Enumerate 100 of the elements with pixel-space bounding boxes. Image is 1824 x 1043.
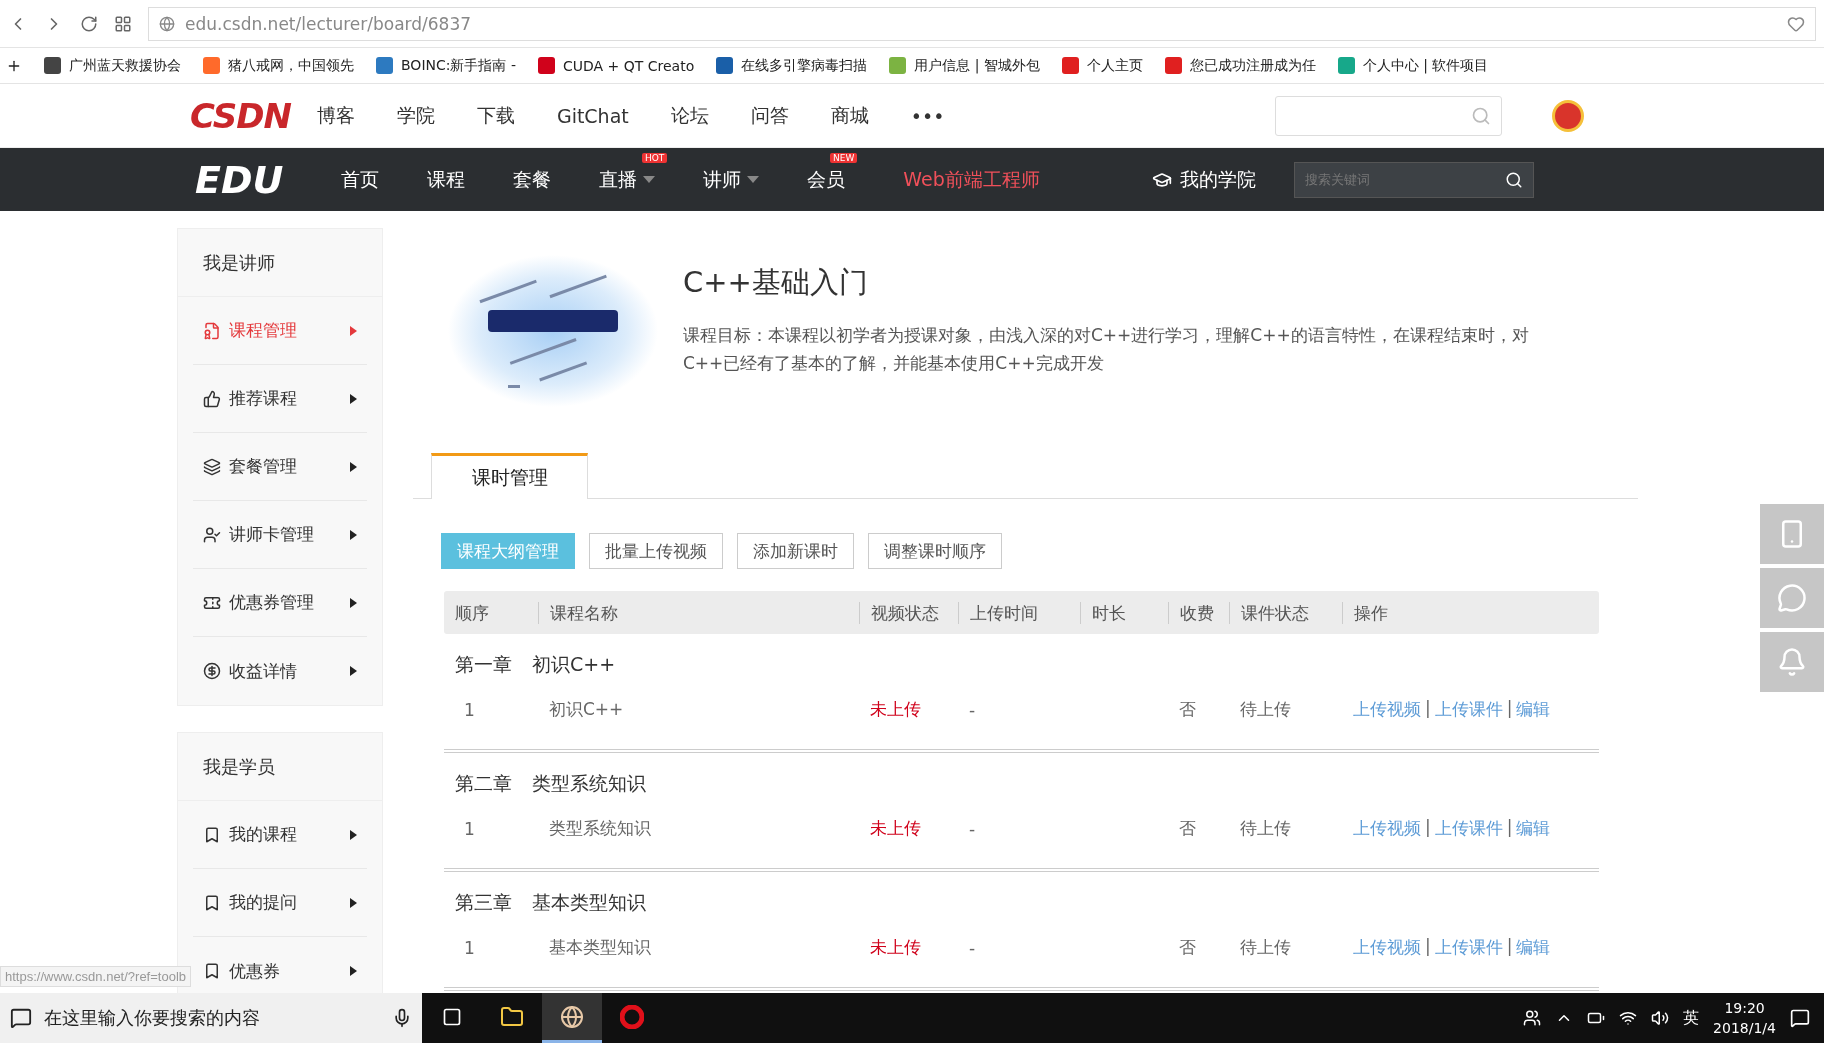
nav-link[interactable]: 博客	[316, 102, 355, 129]
my-academy-link[interactable]: 我的学院	[1151, 166, 1256, 193]
bookmark[interactable]: CUDA + QT Creato	[538, 57, 695, 74]
arrow-icon	[350, 325, 357, 336]
action-button[interactable]: 添加新课时	[737, 533, 854, 569]
sidebar-item[interactable]: 优惠券	[193, 937, 367, 993]
bookmark[interactable]: 在线多引擎病毒扫描	[716, 56, 868, 75]
column-header: 课程名称	[538, 601, 859, 624]
avatar[interactable]	[1552, 99, 1584, 132]
sidebar-item[interactable]: 课程管理	[193, 297, 367, 365]
sidebar-item[interactable]: 我的提问	[193, 869, 367, 937]
career-link[interactable]: Web前端工程师	[903, 166, 1040, 193]
separator-text: |	[1425, 817, 1431, 839]
people-icon[interactable]	[1523, 1009, 1542, 1027]
sidebar-item[interactable]: 套餐管理	[193, 433, 367, 501]
nav-link[interactable]: 商城	[830, 102, 869, 129]
action-button[interactable]: 批量上传视频	[589, 533, 723, 569]
sidebar-item[interactable]: 我的课程	[193, 801, 367, 869]
wifi-icon[interactable]	[1619, 1009, 1638, 1027]
site-icon	[44, 57, 61, 74]
table-cell-text: 未上传	[869, 698, 922, 721]
chapter-title: 初识C++	[532, 652, 616, 677]
course-title: C++基础入门	[683, 264, 869, 301]
bookmark[interactable]: 用户信息 | 智城外包	[889, 56, 1040, 75]
chapter-title: 基本类型知识	[532, 890, 646, 915]
column-header: 上传时间	[958, 601, 1080, 624]
nav-link[interactable]: 首页	[341, 166, 380, 193]
site-icon	[203, 57, 220, 74]
globe-icon	[159, 15, 175, 32]
column-header: 课件状态	[1229, 601, 1342, 624]
search-icon	[1504, 170, 1523, 189]
assistant-icon	[10, 1007, 32, 1029]
input-method[interactable]: 英	[1683, 1007, 1700, 1029]
clock[interactable]: 19:20 2018/1/4	[1713, 998, 1776, 1038]
site-icon	[538, 57, 555, 74]
arrow-icon	[350, 597, 357, 608]
heart-icon[interactable]	[1787, 14, 1805, 33]
notification-icon[interactable]	[1790, 1008, 1810, 1028]
taskbar-search[interactable]: 在这里输入你要搜索的内容	[0, 993, 422, 1043]
site-icon	[376, 57, 393, 74]
nav-link[interactable]: 学院	[396, 102, 435, 129]
status-url-tooltip: https://www.csdn.net/?ref=toolb	[0, 966, 192, 987]
chat-icon	[1777, 583, 1807, 613]
user-icon	[203, 525, 221, 544]
table-cell-text: -	[968, 818, 977, 839]
sidebar-item[interactable]: 推荐课程	[193, 365, 367, 433]
table-cell-text: 未上传	[869, 817, 922, 840]
action-button[interactable]: 调整课时顺序	[868, 533, 1002, 569]
table-cell-text: 基本类型知识	[548, 936, 652, 959]
search-icon	[1471, 105, 1491, 126]
table-cell-text: 待上传	[1239, 817, 1292, 840]
site-logo[interactable]: CSDN	[190, 95, 291, 136]
bookmark[interactable]: BOINC:新手指南 -	[376, 56, 516, 75]
search-field[interactable]	[1275, 95, 1502, 136]
table-cell-text: 1	[463, 818, 476, 839]
sidebar-heading: 我是讲师	[178, 229, 382, 297]
nav-link[interactable]: 课程	[427, 166, 466, 193]
nav-link[interactable]: 会员	[807, 166, 846, 193]
bookmark-icon	[203, 825, 221, 844]
volume-icon[interactable]	[1651, 1009, 1670, 1027]
arrow-icon	[350, 393, 357, 404]
course-description: 课程目标：本课程以初学者为授课对象，由浅入深的对C++进行学习，理解C++的语言特性，在课程结束时，对C++已经有了基本的了解，并能基本使用C++完成开发	[683, 324, 1530, 375]
column-header: 顺序	[454, 601, 490, 624]
sidebar-item[interactable]: 优惠券管理	[193, 569, 367, 637]
table-cell-text: 待上传	[1239, 698, 1292, 721]
nav-link[interactable]: 论坛	[670, 102, 709, 129]
site-icon	[1337, 57, 1355, 74]
coin-icon	[203, 662, 221, 680]
grid-icon[interactable]	[114, 14, 132, 33]
bookmark[interactable]: 您已成功注册成为任	[1164, 56, 1316, 75]
site-icon	[1061, 57, 1079, 74]
nav-link[interactable]: 问答	[750, 102, 789, 129]
reload-icon[interactable]	[80, 14, 98, 33]
document-icon	[203, 321, 221, 340]
column-header: 收费	[1168, 601, 1229, 624]
separator-text: |	[1506, 817, 1513, 839]
mic-icon	[392, 1008, 412, 1028]
nav-link[interactable]: 讲师	[703, 166, 760, 193]
tab[interactable]: 课时管理	[431, 453, 588, 499]
nav-link[interactable]: GitChat	[556, 104, 629, 127]
nav-badge: NEW	[830, 152, 858, 163]
arrow-icon	[350, 461, 357, 472]
address-field[interactable]: edu.csdn.net/lecturer/board/6837	[148, 6, 1816, 41]
sidebar-item[interactable]: 收益详情	[193, 637, 367, 705]
bookmark[interactable]: 广州蓝天救援协会	[44, 56, 181, 75]
table-cell-text: 1	[463, 699, 476, 720]
table-cell-text: -	[968, 937, 977, 958]
column-header: 视频状态	[859, 601, 958, 624]
edu-logo[interactable]: EDU	[195, 157, 284, 202]
bookmark[interactable]: 个人主页	[1061, 56, 1143, 75]
bookmark[interactable]: 个人中心 | 软件项目	[1337, 56, 1489, 75]
browser-icon[interactable]	[542, 993, 602, 1043]
nav-link[interactable]: 套餐	[513, 166, 552, 193]
more-link[interactable]: •••	[910, 104, 945, 127]
sidebar-item[interactable]: 讲师卡管理	[193, 501, 367, 569]
bookmark[interactable]: 猪八戒网，中国领先	[203, 56, 354, 75]
nav-link[interactable]: 直播	[599, 166, 656, 193]
bookmark-icon	[203, 962, 221, 980]
arrow-icon	[350, 829, 357, 840]
nav-link[interactable]: 下载	[476, 102, 515, 129]
